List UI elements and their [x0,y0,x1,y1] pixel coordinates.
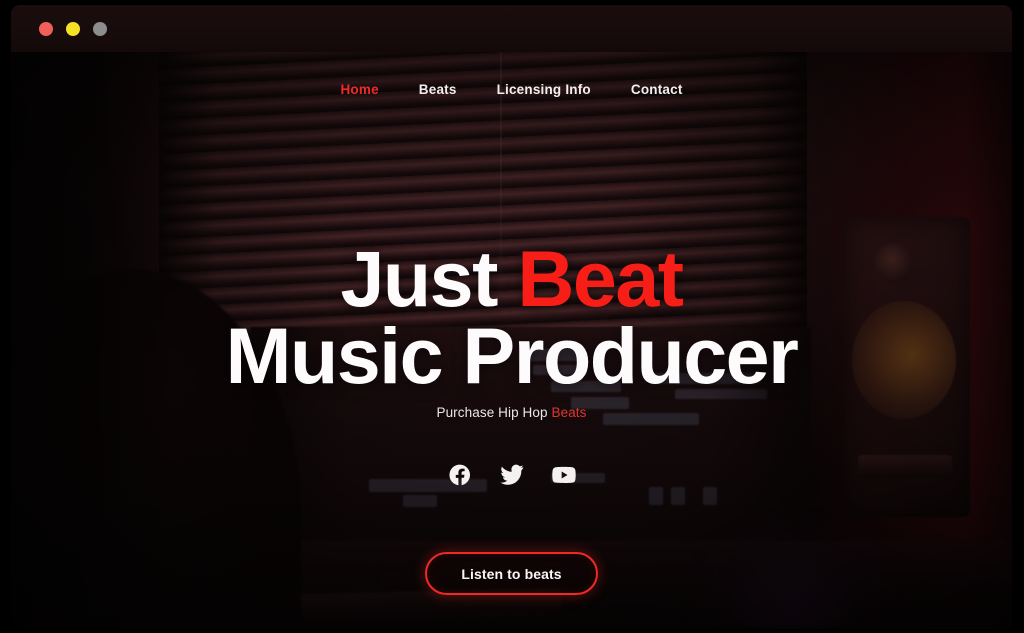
cta-container: Listen to beats [11,552,1012,595]
hero-section: Home Beats Licensing Info Contact Just B… [11,52,1012,629]
close-button[interactable] [39,22,53,36]
nav-item-contact[interactable]: Contact [631,82,683,97]
title-bar [11,5,1012,52]
headline-line1-accent: Beat [517,234,684,323]
listen-to-beats-button[interactable]: Listen to beats [425,552,598,595]
subtitle-plain: Purchase Hip Hop [436,405,552,420]
zoom-button[interactable] [93,22,107,36]
hero-content: Home Beats Licensing Info Contact Just B… [11,52,1012,629]
hero-headline: Just Beat Music Producer [11,239,1012,401]
facebook-icon[interactable] [448,463,472,487]
social-links [11,463,1012,487]
hero-subtitle: Purchase Hip Hop Beats [11,405,1012,420]
headline-line1-plain: Just [340,234,518,323]
window-controls [39,22,107,36]
subtitle-accent: Beats [551,405,587,420]
nav-item-home[interactable]: Home [340,82,378,97]
browser-window: Home Beats Licensing Info Contact Just B… [11,5,1012,629]
youtube-icon[interactable] [551,463,576,487]
nav-item-licensing-info[interactable]: Licensing Info [497,82,591,97]
headline-line2: Music Producer [225,311,799,401]
nav-item-beats[interactable]: Beats [419,82,457,97]
minimize-button[interactable] [66,22,80,36]
main-navigation: Home Beats Licensing Info Contact [11,82,1012,97]
twitter-icon[interactable] [500,463,524,487]
